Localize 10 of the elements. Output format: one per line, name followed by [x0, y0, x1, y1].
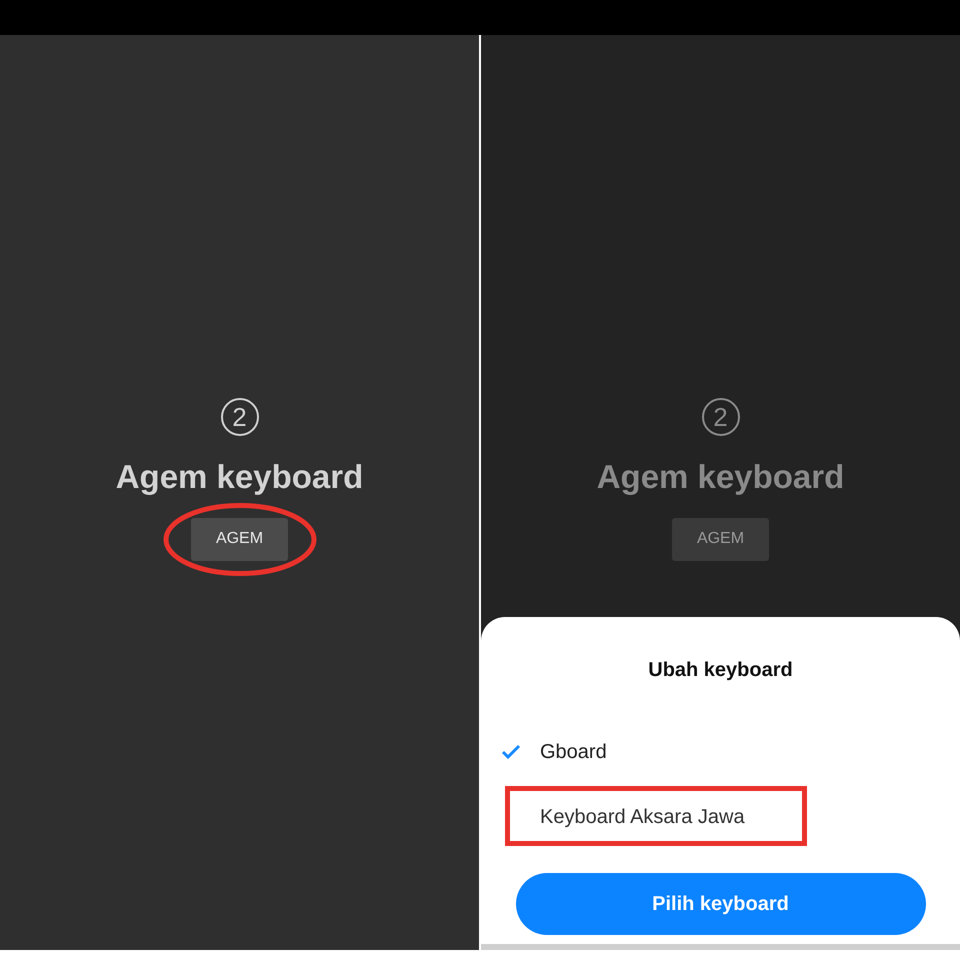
keyboard-option[interactable]: Gboard	[540, 736, 607, 766]
step-number: 2	[702, 398, 740, 436]
screen-title: Agem keyboard	[116, 457, 364, 497]
sheet-title: Ubah keyboard	[648, 658, 793, 683]
choose-keyboard-button[interactable]: Pilih keyboard	[516, 873, 926, 935]
step-number: 2	[220, 398, 258, 436]
keyboard-option[interactable]: Keyboard Aksara Jawa	[540, 802, 745, 832]
agem-button[interactable]: AGEM	[191, 518, 288, 560]
agem-button[interactable]: AGEM	[672, 518, 769, 560]
screen-title: Agem keyboard	[596, 457, 844, 497]
